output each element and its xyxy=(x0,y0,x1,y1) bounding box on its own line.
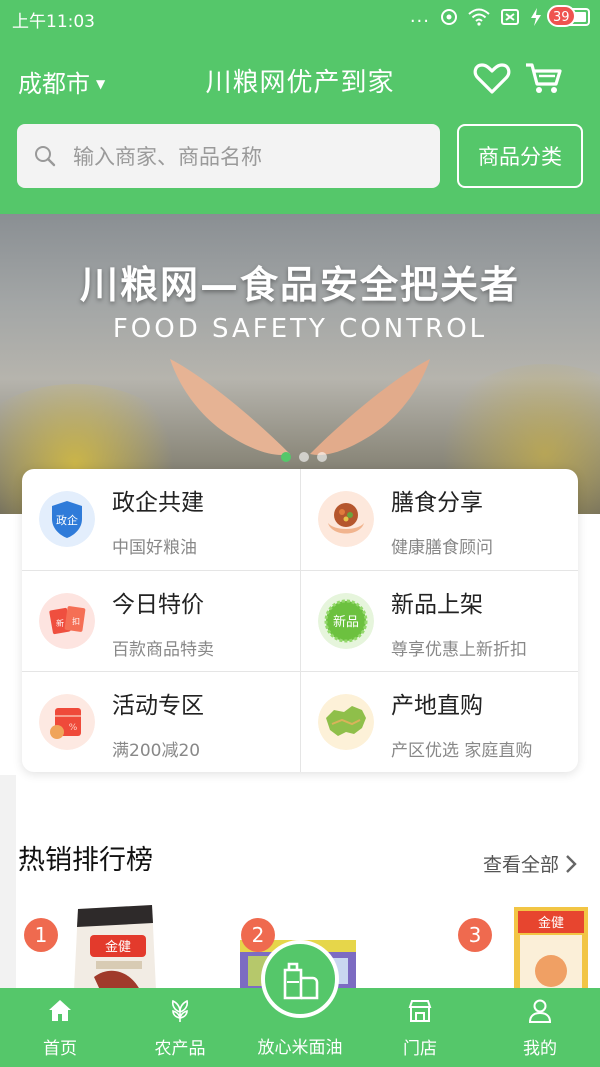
product-card[interactable]: 金健 xyxy=(70,905,160,990)
carousel-dot[interactable] xyxy=(317,452,327,462)
svg-text:扣: 扣 xyxy=(72,616,80,626)
feature-title: 活动专区 xyxy=(112,693,204,719)
see-all-link[interactable]: 查看全部 xyxy=(483,850,577,877)
left-gutter xyxy=(0,775,16,990)
feature-subtitle: 尊享优惠上新折扣 xyxy=(391,640,527,660)
carousel-indicator xyxy=(281,452,327,462)
svg-text:新: 新 xyxy=(56,618,64,628)
wifi-icon xyxy=(468,8,490,26)
tab-farm-products[interactable]: 农产品 xyxy=(120,988,240,1067)
carousel-dot[interactable] xyxy=(299,452,309,462)
food-bowl-icon xyxy=(318,491,374,547)
product-card[interactable]: 金健 xyxy=(512,905,590,990)
banner-subtitle: FOOD SAFETY CONTROL xyxy=(112,314,488,344)
feature-title: 膳食分享 xyxy=(391,490,483,516)
svg-text:新品: 新品 xyxy=(333,614,359,630)
rank-badge: 3 xyxy=(458,918,492,952)
home-icon xyxy=(49,1000,71,1021)
tab-label: 我的 xyxy=(523,1039,557,1059)
feature-title: 政企共建 xyxy=(112,490,204,516)
category-button[interactable]: 商品分类 xyxy=(457,124,583,188)
oil-bottle-icon xyxy=(283,962,319,1000)
feature-daily-deals[interactable]: 新 扣 今日特价 百款商品特卖 xyxy=(22,571,300,672)
chevron-right-icon xyxy=(566,854,577,873)
svg-text:金健: 金健 xyxy=(538,915,564,931)
svg-text:政企: 政企 xyxy=(56,513,78,527)
tab-label: 放心米面油 xyxy=(257,1038,343,1058)
feature-grid: 政企 政企共建 中国好粮油 膳食分享 健康膳食顾问 新 扣 今日特价 百款商品特… xyxy=(22,469,578,772)
leaf-icon xyxy=(171,999,189,1022)
cart-icon[interactable] xyxy=(524,60,564,96)
gift-bag-icon: % xyxy=(39,694,95,750)
charging-icon xyxy=(531,7,541,26)
feature-title: 产地直购 xyxy=(391,693,483,719)
tab-label: 门店 xyxy=(403,1039,437,1059)
feature-subtitle: 中国好粮油 xyxy=(112,538,197,558)
rank-badge: 1 xyxy=(24,918,58,952)
more-dots-icon: ... xyxy=(409,6,430,27)
favorite-heart-icon[interactable] xyxy=(472,60,512,96)
feature-activity-zone[interactable]: % 活动专区 满200减20 xyxy=(22,672,300,772)
store-icon xyxy=(408,1000,432,1022)
carousel-dot-active[interactable] xyxy=(281,452,291,462)
feature-subtitle: 产区优选 家庭直购 xyxy=(391,741,533,761)
svg-text:金健: 金健 xyxy=(105,939,131,955)
tab-label: 首页 xyxy=(43,1039,77,1059)
search-icon xyxy=(35,146,56,167)
banner-title: 川粮网—食品安全把关者 xyxy=(79,263,520,307)
feature-subtitle: 满200减20 xyxy=(112,741,201,761)
status-bar: 上午11:03 ... xyxy=(0,0,600,36)
shield-icon: 政企 xyxy=(39,491,95,547)
product-image: 金健 xyxy=(514,907,588,990)
tab-home[interactable]: 首页 xyxy=(0,988,120,1067)
china-map-icon xyxy=(318,694,374,750)
tab-label: 农产品 xyxy=(154,1039,206,1059)
product-image: 金健 xyxy=(74,905,156,990)
feature-title: 新品上架 xyxy=(391,592,483,618)
cart-count-badge: 39 xyxy=(547,5,576,27)
feature-new-arrivals[interactable]: 新品 新品上架 尊享优惠上新折扣 xyxy=(301,571,578,672)
feature-subtitle: 百款商品特卖 xyxy=(112,640,214,660)
tab-stores[interactable]: 门店 xyxy=(360,988,480,1067)
user-icon xyxy=(528,999,552,1023)
see-all-label: 查看全部 xyxy=(483,854,560,876)
top-header: 成都市 ▼ 川粮网优产到家 xyxy=(0,48,600,112)
feature-origin-direct[interactable]: 产地直购 产区优选 家庭直购 xyxy=(301,672,578,772)
feature-gov-enterprise[interactable]: 政企 政企共建 中国好粮油 xyxy=(22,469,300,570)
tab-mine[interactable]: 我的 xyxy=(480,988,600,1067)
red-envelope-icon: 新 扣 xyxy=(39,593,95,649)
feature-subtitle: 健康膳食顾问 xyxy=(391,538,493,558)
hot-ranking-title: 热销排行榜 xyxy=(18,845,153,876)
search-input[interactable]: 输入商家、商品名称 xyxy=(17,124,440,188)
status-time: 上午11:03 xyxy=(12,12,95,32)
tab-rice-flour-oil[interactable] xyxy=(261,940,339,1018)
hotspot-icon xyxy=(441,8,457,25)
sim-off-icon xyxy=(501,8,519,25)
new-badge-icon: 新品 xyxy=(318,593,374,649)
feature-diet-share[interactable]: 膳食分享 健康膳食顾问 xyxy=(301,469,578,570)
cupped-hands-image xyxy=(170,359,430,455)
feature-title: 今日特价 xyxy=(112,592,204,618)
svg-text:%: % xyxy=(69,723,78,733)
search-placeholder: 输入商家、商品名称 xyxy=(73,145,262,169)
